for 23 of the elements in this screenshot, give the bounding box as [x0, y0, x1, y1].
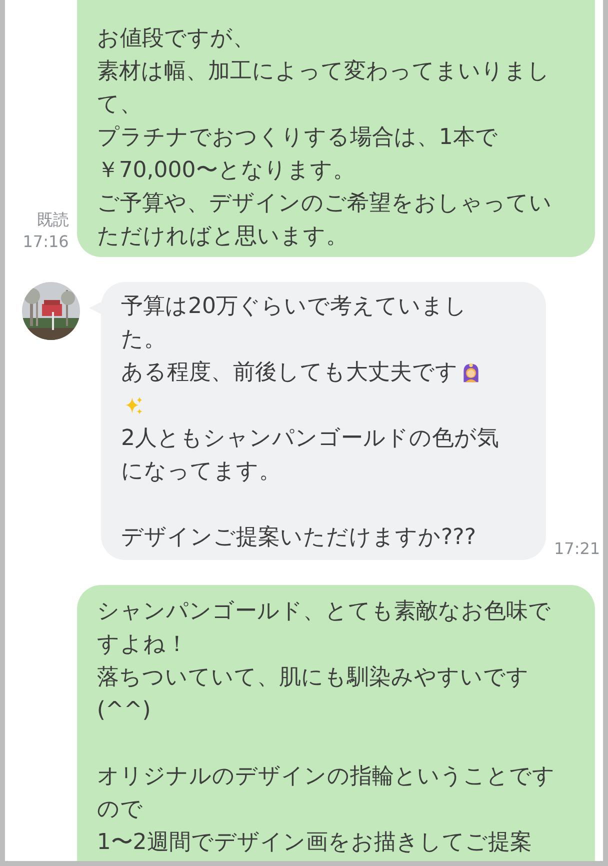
- message-text: 素材は幅、加工によって変わってまいりまし: [96, 58, 550, 86]
- message-text: 落ちついていて、肌にも馴染みやすいです: [96, 664, 529, 692]
- message-text: シャンパンゴールド、とても素敵なお色味で: [96, 598, 551, 626]
- message-text: になってます。: [121, 458, 281, 486]
- message-time: 17:16: [22, 231, 69, 253]
- message-text: すよね！: [96, 631, 188, 659]
- message-text: 2人ともシャンパンゴールドの色が気: [121, 425, 499, 453]
- message-text: ので: [96, 796, 143, 824]
- message-time: 17:21: [554, 538, 600, 560]
- read-receipt: 既読: [36, 209, 69, 231]
- message-text: ある程度、前後しても大丈夫です: [121, 359, 458, 387]
- message-text: デザインご提案いただけますか???: [121, 524, 476, 552]
- message-text: 予算は20万ぐらいで考えていまし: [121, 293, 467, 321]
- message-text: て、: [96, 91, 142, 119]
- message-text: オリジナルのデザインの指輪ということです: [96, 763, 555, 791]
- message-text: プラチナでおつくりする場合は、1本で: [96, 124, 498, 152]
- message-text: た。: [121, 326, 166, 354]
- message-text: ただければと思います。: [96, 223, 348, 251]
- message-text: (^^): [96, 697, 151, 725]
- message-text: ご予算や、デザインのご希望をおしゃってい: [96, 190, 552, 218]
- message-text: お値段ですが、: [96, 25, 255, 53]
- message-text: 1〜2週間でデザイン画をお描きしてご提案: [96, 829, 532, 857]
- message-text: ￥70,000〜となります。: [96, 157, 355, 185]
